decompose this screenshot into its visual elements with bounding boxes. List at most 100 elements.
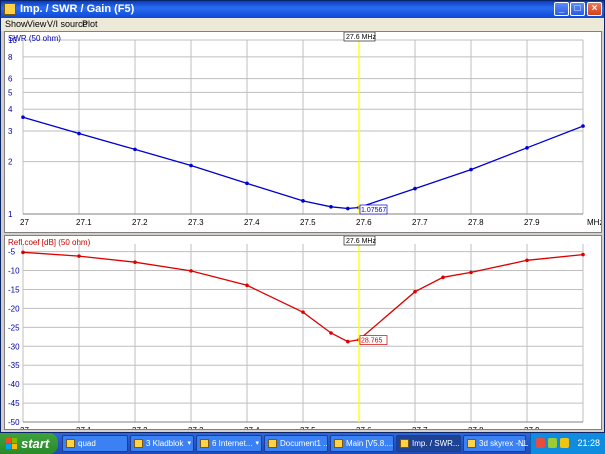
x-tick-label: 27.2 [132, 426, 148, 429]
x-tick-label: 27 [20, 218, 29, 227]
task-app-icon [200, 439, 209, 448]
taskbar-task[interactable]: Document1 ... [264, 435, 328, 452]
language-indicator[interactable]: NL [518, 433, 528, 454]
x-tick-label: 27.5 [300, 426, 316, 429]
swr-chart-svg: 27 27.1 27.2 27.3 27.4 27.5 27.6 27.7 27.8 27.910… [8, 32, 601, 227]
maximize-button[interactable]: □ [570, 2, 585, 16]
y-tick-label: 1 [8, 210, 13, 219]
system-tray: NL 21:28 [518, 433, 605, 454]
tray-app-icon[interactable] [536, 438, 545, 448]
y-tick-label: -15 [8, 285, 20, 294]
y-tick-label: 5 [8, 88, 13, 97]
y-tick-label: 4 [8, 105, 13, 114]
y-tick-label: -45 [8, 399, 20, 408]
y-tick-label: -50 [8, 418, 20, 427]
data-point [413, 289, 417, 294]
data-point [189, 269, 193, 273]
data-point [581, 252, 585, 257]
data-point [329, 331, 333, 335]
menu-show[interactable]: Show [5, 18, 28, 31]
chart-title: Refl.coef [dB] (50 ohm) [8, 238, 91, 247]
tray-network-icon[interactable] [548, 438, 557, 448]
data-point [441, 275, 445, 280]
data-point [189, 163, 193, 168]
menu-plot[interactable]: Plot [82, 18, 98, 31]
x-tick-label: 27.4 [244, 218, 260, 227]
data-point [21, 115, 25, 120]
x-tick-label: 27.3 [188, 218, 204, 227]
data-point [469, 270, 473, 275]
cursor-value-label: 1.07567 [361, 207, 386, 214]
y-tick-label: 3 [8, 127, 13, 136]
y-tick-label: -20 [8, 304, 20, 313]
data-point [329, 204, 333, 209]
cursor-frequency-label: 27.6 MHz [346, 238, 376, 245]
y-tick-label: -40 [8, 380, 20, 389]
data-point [346, 339, 350, 344]
data-point [581, 124, 585, 128]
data-point [301, 310, 305, 314]
y-tick-label: -30 [8, 342, 20, 351]
x-tick-label: 27.8 [468, 426, 484, 429]
title-bar[interactable]: Imp. / SWR / Gain (F5) _ □ × [1, 1, 604, 18]
data-point [525, 258, 529, 263]
x-tick-label: 27.8 [468, 218, 484, 227]
y-tick-label: 2 [8, 158, 13, 167]
x-tick-label: 27.6 [356, 426, 372, 429]
start-button[interactable]: start [0, 433, 58, 454]
data-point [21, 250, 25, 255]
data-point [301, 199, 305, 203]
task-app-icon [268, 439, 277, 448]
x-tick-label: 27.2 [132, 218, 148, 227]
task-label: 6 Internet... [212, 439, 253, 448]
app-window: Imp. / SWR / Gain (F5) _ □ × Show View V… [0, 0, 605, 433]
reflection-plot[interactable]: 27 27.1 27.2 27.3 27.4 27.5 27.6 27.7 27.8 27.9 -5… [4, 235, 602, 430]
y-tick-label: 8 [8, 53, 13, 62]
task-app-icon [134, 439, 143, 448]
y-tick-label: -25 [8, 323, 20, 332]
cursor-frequency-label: 27.6 MHz [346, 34, 376, 41]
cursor-value-label: 28.765 [361, 338, 383, 345]
close-button[interactable]: × [587, 2, 602, 16]
window-title: Imp. / SWR / Gain (F5) [20, 3, 135, 15]
taskbar-task[interactable]: 6 Internet... ▾ [196, 435, 262, 452]
menu-view[interactable]: View [27, 18, 46, 31]
app-icon [4, 3, 16, 15]
task-app-icon [66, 439, 75, 448]
task-app-icon [400, 439, 409, 448]
taskbar-task[interactable]: 3d skyrex - ... [463, 435, 526, 452]
data-point [346, 206, 350, 211]
tray-volume-icon[interactable] [560, 438, 569, 448]
swr-plot[interactable]: 27 27.1 27.2 27.3 27.4 27.5 27.6 27.7 27.8 27.9 10… [4, 31, 602, 233]
taskbar-task[interactable]: quad [62, 435, 128, 452]
clock: 21:28 [577, 438, 600, 448]
reflection-chart-svg: 27 27.1 27.2 27.3 27.4 27.5 27.6 27.7 27.8 27.9 -5… [8, 236, 585, 429]
data-point [245, 283, 249, 288]
minimize-button[interactable]: _ [554, 2, 569, 16]
data-point [77, 131, 81, 136]
y-tick-label: -5 [8, 248, 16, 257]
taskbar-task[interactable]: Main [V5.8.... [330, 435, 394, 452]
data-point [133, 260, 137, 264]
x-tick-label: 27.9 [524, 218, 540, 227]
task-label: Main [V5.8.... [346, 439, 394, 448]
start-label: start [21, 436, 50, 451]
y-tick-label: -10 [8, 267, 20, 276]
taskbar: start quad 3 Kladblok ▾ 6 Internet... ▾ Docum… [0, 433, 605, 454]
data-point [525, 146, 529, 150]
task-label: quad [78, 439, 96, 448]
x-tick-label: 27.1 [76, 426, 92, 429]
taskbar-task[interactable]: 3 Kladblok ▾ [130, 435, 194, 452]
x-tick-label: 27.3 [188, 426, 204, 429]
chart-title: SWR (50 ohm) [8, 34, 61, 43]
x-tick-label: 27.5 [300, 218, 316, 227]
y-tick-label: 6 [8, 75, 13, 84]
chevron-down-icon: ▾ [187, 440, 191, 447]
task-label: Imp. / SWR... [412, 439, 460, 448]
data-point [469, 167, 473, 172]
menu-bar: Show View V/I source Plot [1, 18, 604, 31]
x-tick-label: 27.4 [244, 426, 260, 429]
y-tick-label: -35 [8, 361, 20, 370]
taskbar-task[interactable]: Imp. / SWR... [396, 435, 461, 452]
windows-logo-icon [6, 438, 17, 449]
